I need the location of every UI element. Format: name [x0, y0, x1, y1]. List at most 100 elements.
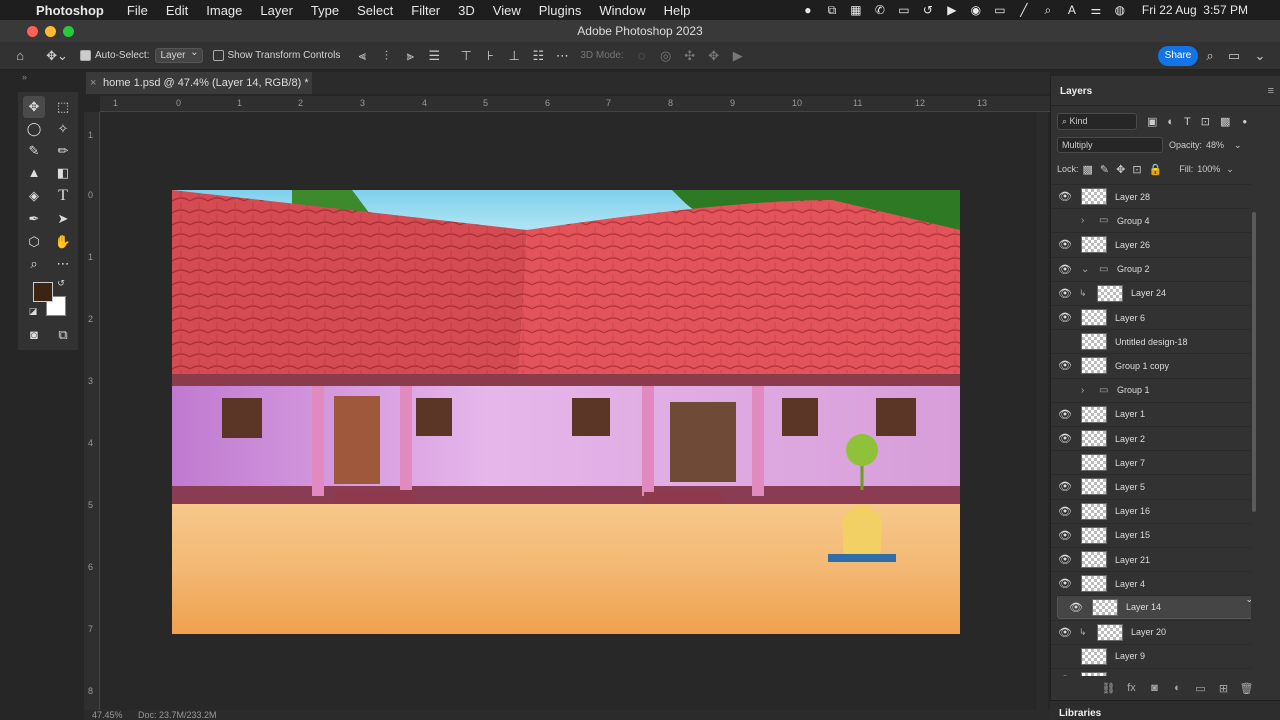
time-machine-icon[interactable]: ↺	[916, 3, 940, 17]
layer-row[interactable]: 👁 Layer 4	[1051, 571, 1251, 595]
menu-3d[interactable]: 3D	[458, 3, 475, 18]
menu-image[interactable]: Image	[206, 3, 242, 18]
play-icon[interactable]: ▶	[940, 3, 964, 17]
visibility-eye-icon[interactable]: 👁	[1051, 335, 1079, 348]
layer-row[interactable]: 👁 Layer 6	[1051, 305, 1251, 329]
clock[interactable]: Fri 22 Aug 3:57 PM	[1142, 3, 1248, 17]
home-icon[interactable]: ⌂	[0, 48, 40, 63]
blend-mode-dropdown[interactable]: Multiply	[1057, 137, 1163, 153]
dodge-tool-icon[interactable]: ◈	[23, 185, 45, 207]
menu-filter[interactable]: Filter	[411, 3, 440, 18]
lasso-tool-icon[interactable]: ◯	[23, 118, 45, 140]
siri-icon[interactable]: ◍	[1108, 3, 1132, 17]
align-top-icon[interactable]: ⊤	[454, 48, 478, 64]
collapse-tools-icon[interactable]: »	[22, 72, 27, 82]
fx-icon[interactable]: fx	[1120, 682, 1143, 694]
pen-tool-icon[interactable]: ✒	[23, 208, 45, 230]
screen-mode-icon[interactable]: ⧉	[52, 324, 74, 346]
align-right-icon[interactable]: ⫸	[398, 48, 422, 64]
type-tool-icon[interactable]: T	[52, 185, 74, 207]
close-window-button[interactable]	[27, 26, 38, 37]
shape-tool-icon[interactable]: ⬡	[23, 231, 45, 253]
layer-row[interactable]: 👁 Untitled design-18	[1051, 329, 1251, 353]
eraser-tool-icon[interactable]: ◧	[52, 162, 74, 184]
adjustment-layer-icon[interactable]: ◐	[1166, 682, 1189, 694]
filter-kind-dropdown[interactable]: ⌕ Kind	[1057, 112, 1137, 130]
visibility-eye-icon[interactable]: 👁	[1051, 190, 1079, 203]
path-select-tool-icon[interactable]: ➤	[52, 208, 74, 230]
menu-plugins[interactable]: Plugins	[539, 3, 582, 18]
swap-colors-icon[interactable]: ↺	[54, 276, 68, 290]
visibility-eye-icon[interactable]: 👁	[1051, 384, 1079, 397]
layer-row[interactable]: 👁› ▭ Group 4	[1051, 208, 1251, 232]
document-artwork[interactable]	[172, 190, 960, 634]
menu-view[interactable]: View	[493, 3, 521, 18]
display-icon[interactable]: ▭	[892, 3, 916, 17]
group-toggle-icon[interactable]: ›	[1081, 385, 1095, 396]
panel-title[interactable]: Layers	[1060, 86, 1092, 97]
group-toggle-icon[interactable]: ⌄	[1081, 264, 1095, 275]
visibility-eye-icon[interactable]: 👁	[1051, 529, 1079, 542]
new-layer-icon[interactable]: ⊞	[1212, 682, 1235, 695]
visibility-eye-icon[interactable]: 👁	[1051, 263, 1079, 276]
zoom-level[interactable]: 47.45%	[92, 710, 123, 720]
visibility-eye-icon[interactable]: 👁	[1051, 238, 1079, 251]
visibility-eye-icon[interactable]: 👁	[1051, 553, 1079, 566]
visibility-eye-icon[interactable]: 👁	[1051, 408, 1079, 421]
layer-row[interactable]: 👁 Layer 16	[1051, 498, 1251, 523]
battery-icon[interactable]: ▭	[988, 3, 1012, 17]
libraries-panel-header[interactable]: Libraries	[1050, 700, 1280, 720]
filter-icons[interactable]: ▣◐T⊡▩	[1147, 115, 1240, 128]
visibility-eye-icon[interactable]: 👁	[1051, 505, 1079, 518]
eyedropper-tool-icon[interactable]: ✎	[23, 140, 45, 162]
visibility-eye-icon[interactable]: 👁	[1051, 311, 1079, 324]
layer-row[interactable]: 👁Layer 3	[1051, 668, 1251, 676]
delete-layer-icon[interactable]: 🗑	[1235, 682, 1258, 695]
search-icon[interactable]: ⌕	[1198, 48, 1222, 64]
pen-icon[interactable]: ╱	[1012, 3, 1036, 17]
layer-row[interactable]: 👁 Group 1 copy	[1051, 353, 1251, 377]
opacity-value[interactable]: 48%	[1206, 140, 1224, 150]
visibility-eye-icon[interactable]: 👁	[1051, 480, 1079, 493]
visibility-eye-icon[interactable]: 👁	[1062, 601, 1090, 614]
add-mask-icon[interactable]: ◙	[1143, 682, 1166, 694]
new-group-icon[interactable]: ▭	[1189, 682, 1212, 695]
layer-row[interactable]: 👁 Layer 7	[1051, 450, 1251, 474]
more-options-icon[interactable]: ⋯	[550, 48, 574, 64]
menu-help[interactable]: Help	[664, 3, 691, 18]
marquee-tool-icon[interactable]: ⬚	[52, 96, 74, 118]
menu-type[interactable]: Type	[311, 3, 339, 18]
layer-row[interactable]: 👁› ▭ Group 1	[1051, 377, 1251, 402]
visibility-eye-icon[interactable]: 👁	[1051, 359, 1079, 372]
auto-select-dropdown[interactable]: Layer	[155, 47, 203, 63]
align-left-icon[interactable]: ⫷	[350, 48, 374, 64]
visibility-eye-icon[interactable]: 👁	[1051, 577, 1079, 590]
group-toggle-icon[interactable]: ›	[1081, 215, 1095, 226]
move-tool-icon[interactable]: ✥	[23, 96, 45, 118]
quick-mask-icon[interactable]: ◙	[23, 324, 45, 346]
record-icon[interactable]: ●	[796, 3, 820, 17]
hand-tool-icon[interactable]: ✋	[52, 231, 74, 253]
distribute-v-icon[interactable]: ☷	[526, 48, 550, 64]
menu-file[interactable]: File	[127, 3, 148, 18]
menu-edit[interactable]: Edit	[166, 3, 188, 18]
layer-row[interactable]: 👁 Layer 2	[1051, 426, 1251, 450]
layer-row[interactable]: 👁 ↳ Layer 20	[1051, 619, 1251, 644]
zoom-window-button[interactable]	[63, 26, 74, 37]
layer-row[interactable]: 👁 Layer 21	[1051, 547, 1251, 571]
share-button[interactable]: Share	[1158, 46, 1198, 66]
visibility-eye-icon[interactable]: 👁	[1051, 432, 1079, 445]
doc-size[interactable]: Doc: 23.7M/233.2M	[138, 710, 217, 720]
menu-select[interactable]: Select	[357, 3, 393, 18]
distribute-icon[interactable]: ☰	[422, 48, 446, 64]
more-tools-icon[interactable]: ⋯	[52, 253, 74, 275]
close-tab-icon[interactable]: ×	[90, 72, 96, 94]
auto-select-checkbox[interactable]	[80, 50, 91, 61]
account-icon[interactable]: ◉	[964, 3, 988, 17]
layer-row[interactable]: 👁 ⌄ ▭ Group 2	[1051, 256, 1251, 281]
layer-row[interactable]: 👁 Layer 26	[1051, 232, 1251, 256]
control-center-icon[interactable]: ⚌	[1084, 3, 1108, 17]
workspace-icon[interactable]: ▭	[1222, 48, 1246, 64]
document-tab[interactable]: × home 1.psd @ 47.4% (Layer 14, RGB/8) *	[86, 72, 312, 94]
panel-menu-icon[interactable]: ≡	[1268, 85, 1274, 97]
